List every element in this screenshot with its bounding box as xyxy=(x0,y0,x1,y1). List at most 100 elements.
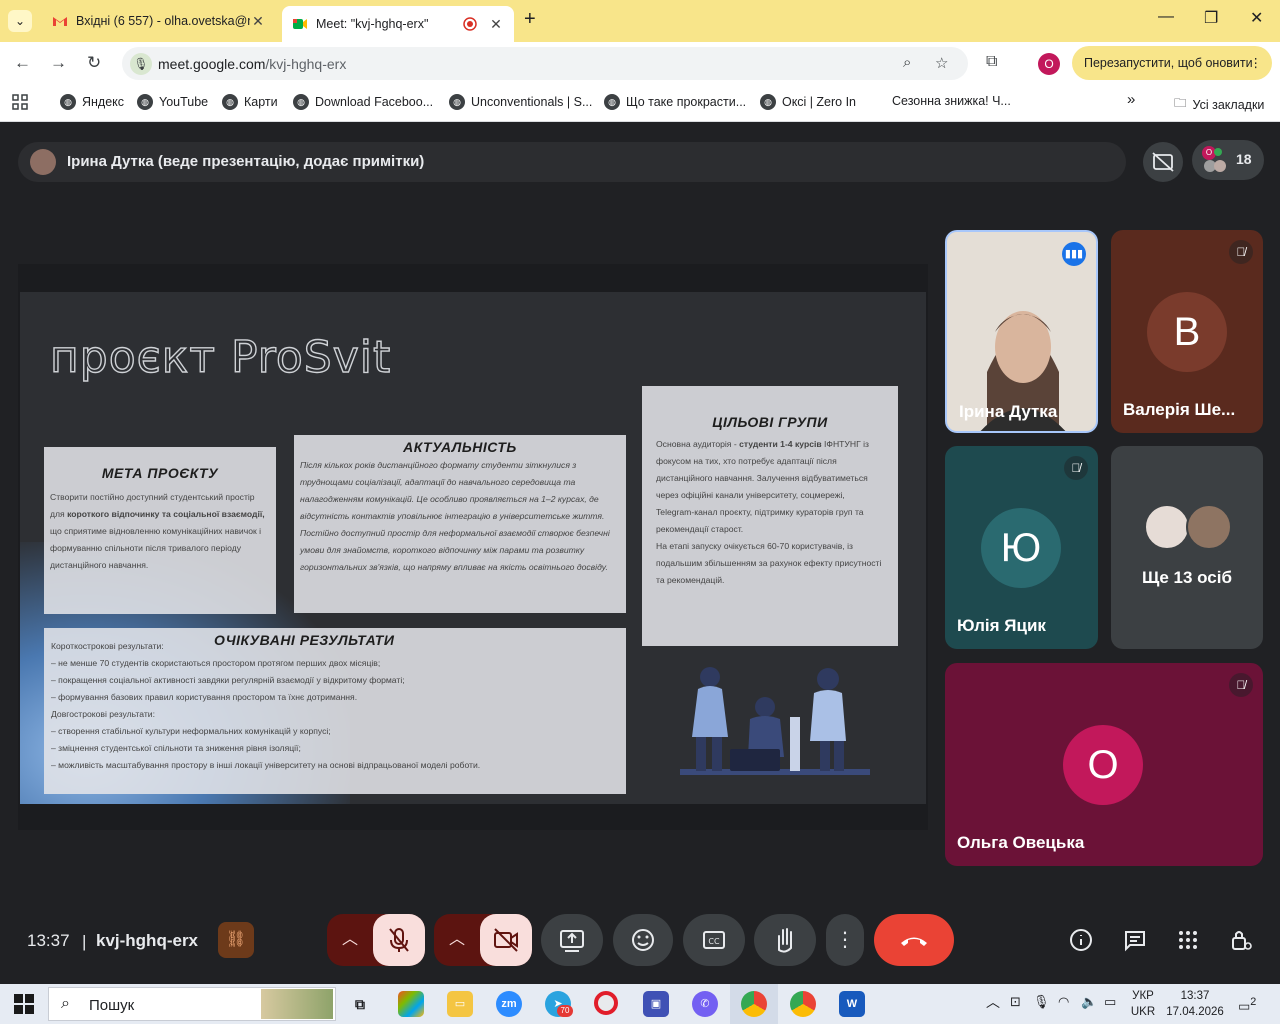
reactions-button[interactable] xyxy=(613,914,673,966)
bookmark-item[interactable]: ◍ YouTube xyxy=(137,94,208,110)
captions-off-button[interactable] xyxy=(1143,142,1183,182)
activities-button[interactable] xyxy=(1176,928,1200,958)
zoom-icon[interactable]: ⌕ xyxy=(903,54,911,71)
profile-avatar[interactable]: O xyxy=(1038,53,1060,75)
participants-button[interactable]: O 18 xyxy=(1192,140,1264,180)
bookmark-item[interactable]: ◍ Unconventionals | S... xyxy=(449,94,592,110)
more-options-button[interactable]: ⋮ xyxy=(826,914,864,966)
microphone-tray-icon[interactable]: 🎙 xyxy=(1033,994,1050,1010)
extensions-puzzle-icon[interactable]: ⧉ xyxy=(986,53,997,71)
language-indicator[interactable]: УКР UKR xyxy=(1128,988,1158,1020)
bookmark-item[interactable]: Сезонна знижка! Ч... xyxy=(892,94,1011,108)
tab-gmail[interactable]: Вхідні (6 557) - olha.ovetska@n ✕ xyxy=(42,6,276,36)
raise-hand-button[interactable] xyxy=(754,914,816,966)
address-bar[interactable]: 🎙 meet.google.com/kvj-hghq-erx ⌕ ☆ xyxy=(122,47,968,80)
forward-arrow-icon[interactable]: → xyxy=(50,53,67,73)
bookmark-item[interactable]: ◍ Download Faceboo... xyxy=(293,94,433,110)
participant-tile-self[interactable]: 🎙̸ О Ольга Овецька xyxy=(945,663,1263,866)
meeting-time: 13:37 xyxy=(27,931,70,950)
battery-icon[interactable]: ▭ xyxy=(1104,994,1116,1010)
opera-icon[interactable] xyxy=(594,991,618,1015)
tab-title: Вхідні (6 557) - olha.ovetska@n xyxy=(76,14,250,28)
camera-off-icon xyxy=(494,928,518,952)
new-tab-button[interactable]: + xyxy=(524,8,536,31)
tab-meet[interactable]: Meet: "kvj-hghq-erx" ✕ xyxy=(282,6,514,42)
target-groups-text-2: На етапі запуску очікується 60-70 корист… xyxy=(656,541,882,585)
participant-name: Ірина Дутка xyxy=(959,402,1058,421)
separator: | xyxy=(82,932,87,951)
team-illustration xyxy=(680,667,870,775)
slide-title: проєкт ProSvit xyxy=(49,331,392,383)
more-participants-tile[interactable]: Ще 13 осіб xyxy=(1111,446,1263,649)
close-tab-icon[interactable]: ✕ xyxy=(488,16,504,33)
zoom-app-icon[interactable]: zm xyxy=(496,991,522,1017)
microphone-toggle-button[interactable] xyxy=(373,914,425,966)
reload-icon[interactable]: ↻ xyxy=(87,53,101,73)
minimize-button[interactable]: — xyxy=(1158,8,1174,26)
taskbar-clock[interactable]: 13:37 17.04.2026 xyxy=(1164,988,1226,1020)
apps-grid-icon[interactable] xyxy=(12,94,28,110)
present-screen-button[interactable] xyxy=(541,914,603,966)
participant-avatar: Ю xyxy=(981,508,1061,588)
chat-button[interactable] xyxy=(1123,928,1147,958)
relaunch-to-update-button[interactable]: Перезапустити, щоб оновити ⋮ xyxy=(1072,46,1272,80)
tray-app-icon[interactable]: ⊡ xyxy=(1010,994,1021,1010)
bookmark-item[interactable]: ◍ Карти xyxy=(222,94,278,110)
results-line: – не менше 70 студентів скористаються пр… xyxy=(51,658,381,668)
viber-icon[interactable]: ✆ xyxy=(692,991,718,1017)
volume-icon[interactable]: 🔈 xyxy=(1081,994,1097,1010)
bookmark-item[interactable]: ◍ Що таке прокрасти... xyxy=(604,94,746,110)
results-line: – створення стабільної культури неформал… xyxy=(51,726,331,736)
chrome-icon[interactable] xyxy=(741,991,767,1017)
file-explorer-icon[interactable]: ▭ xyxy=(447,991,473,1017)
microphone-site-icon[interactable]: 🎙 xyxy=(130,53,152,75)
host-controls-icon[interactable]: ⛓ xyxy=(218,922,254,958)
leave-call-button[interactable] xyxy=(874,914,954,966)
participant-name: Ольга Овецька xyxy=(957,833,1085,852)
bookmark-star-icon[interactable]: ☆ xyxy=(935,54,948,72)
close-tab-icon[interactable]: ✕ xyxy=(250,13,266,30)
camera-toggle-button[interactable] xyxy=(480,914,532,966)
folder-icon: 🗀 xyxy=(1174,96,1187,110)
menu-kebab-icon[interactable]: ⋮ xyxy=(1250,46,1263,80)
task-view-icon[interactable]: ⧉ xyxy=(347,991,373,1017)
globe-icon: ◍ xyxy=(760,94,776,110)
word-icon[interactable]: W xyxy=(839,991,865,1017)
save-floppy-icon[interactable]: ▣ xyxy=(643,991,669,1017)
apps-grid-icon xyxy=(1179,931,1197,949)
bookmarks-overflow-button[interactable]: » xyxy=(1127,91,1135,108)
back-arrow-icon[interactable]: ← xyxy=(14,53,31,73)
results-line: – можливість масштабування простору в ін… xyxy=(51,760,481,770)
results-card: ОЧІКУВАНІ РЕЗУЛЬТАТИ Короткострокові рез… xyxy=(44,628,626,794)
tab-search-button[interactable]: ⌄ xyxy=(8,10,32,32)
presentation-area: проєкт ProSvit МЕТА ПРОЄКТУ Створити пос… xyxy=(18,264,928,830)
camera-control-group: ︿ xyxy=(434,914,532,966)
audio-options-chevron-icon[interactable]: ︿ xyxy=(327,914,373,966)
video-options-chevron-icon[interactable]: ︿ xyxy=(434,914,480,966)
results-line: – формування базових правил користування… xyxy=(51,692,358,702)
mic-off-icon: 🎙̸ xyxy=(1229,673,1253,697)
all-bookmarks-folder[interactable]: 🗀 Усі закладки xyxy=(1174,94,1264,115)
google-meet-icon xyxy=(293,19,307,29)
taskbar-search-box[interactable]: ⌕ Пошук xyxy=(48,987,336,1021)
close-window-button[interactable]: ✕ xyxy=(1250,8,1263,28)
participant-tile[interactable]: 🎙̸ Ю Юлія Яцик xyxy=(945,446,1098,649)
windows-start-icon[interactable] xyxy=(14,994,34,1014)
copilot-icon[interactable] xyxy=(398,991,424,1017)
restore-button[interactable]: ❐ xyxy=(1204,8,1218,28)
globe-icon: ◍ xyxy=(60,94,76,110)
bookmark-item[interactable]: ◍ Яндекс xyxy=(60,94,124,110)
wifi-icon[interactable]: ◠ xyxy=(1058,994,1069,1010)
meeting-details-button[interactable] xyxy=(1069,928,1093,958)
host-controls-button[interactable] xyxy=(1229,928,1253,958)
meet-stage: Ірина Дутка (веде презентацію, додає при… xyxy=(0,122,1280,984)
bookmark-item[interactable]: ◍ Окcі | Zero In xyxy=(760,94,856,110)
captions-button[interactable]: CC xyxy=(683,914,745,966)
chrome-profile-icon[interactable] xyxy=(790,991,816,1017)
participant-tile-active-speaker[interactable]: ▮▮▮ Ірина Дутка xyxy=(945,230,1098,433)
globe-icon: ◍ xyxy=(449,94,465,110)
tray-chevron-icon[interactable]: ︿ xyxy=(986,994,1000,1010)
participant-avatar: В xyxy=(1147,292,1227,372)
participant-tile[interactable]: 🎙̸ В Валерія Ше... xyxy=(1111,230,1263,433)
notifications-button[interactable]: ▭2 xyxy=(1238,994,1256,1014)
